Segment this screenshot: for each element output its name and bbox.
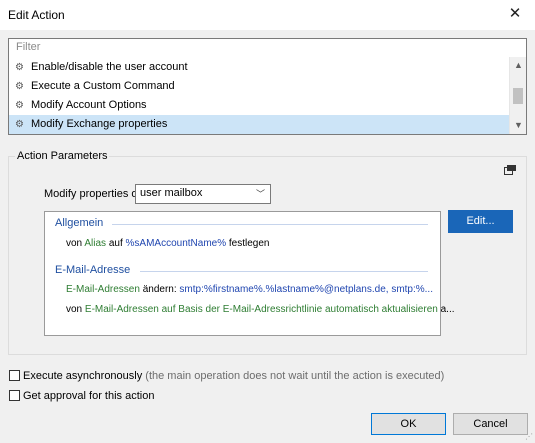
cancel-button[interactable]: Cancel: [453, 413, 528, 435]
async-hint: (the main operation does not wait until …: [145, 370, 445, 382]
gear-icon: ⚙: [15, 81, 24, 92]
target-object-select[interactable]: user mailbox ﹀: [135, 184, 271, 204]
list-item-exchange-properties[interactable]: ⚙ Modify Exchange properties: [9, 115, 509, 134]
list-item-custom-command[interactable]: ⚙ Execute a Custom Command: [9, 77, 509, 96]
dialog-title: Edit Action: [8, 8, 65, 22]
list-item-label: Enable/disable the user account: [31, 61, 188, 73]
divider: [140, 271, 428, 272]
list-item-label: Execute a Custom Command: [31, 80, 175, 92]
resize-grip-icon[interactable]: ⋰: [525, 432, 533, 441]
gear-icon: ⚙: [15, 119, 24, 130]
list-item-label: Modify Exchange properties: [31, 118, 168, 130]
async-checkbox[interactable]: [9, 370, 20, 381]
list-scrollbar[interactable]: ▲ ▼: [509, 57, 526, 134]
summary-line-email-policy: von E-Mail-Adressen auf Basis der E-Mail…: [66, 304, 455, 315]
divider: [112, 224, 428, 225]
chevron-down-icon: ﹀: [255, 189, 265, 199]
scroll-up-icon[interactable]: ▲: [510, 57, 526, 74]
list-item-enable-disable[interactable]: ⚙ Enable/disable the user account: [9, 58, 509, 77]
target-object-value: user mailbox: [140, 187, 203, 199]
properties-summary: Allgemein von Alias auf %sAMAccountName%…: [44, 211, 455, 336]
filter-input[interactable]: Filter: [8, 38, 527, 58]
section-heading-email: E-Mail-Adresse: [55, 264, 131, 276]
group-label: Action Parameters: [15, 150, 110, 162]
window-layout-icon[interactable]: [504, 165, 516, 175]
async-label: Execute asynchronously: [23, 370, 143, 382]
section-heading-allgemein: Allgemein: [55, 217, 104, 229]
summary-line-email-addresses: E-Mail-Adressen ändern: smtp:%firstname%…: [66, 284, 433, 295]
action-list[interactable]: ⚙ Enable/disable the user account ⚙ Execut…: [8, 57, 527, 135]
summary-line-alias: von Alias auf %sAMAccountName% festlegen: [66, 238, 270, 249]
gear-icon: ⚙: [15, 62, 24, 73]
title-bar: Edit Action ✕: [0, 0, 535, 30]
modify-properties-label: Modify properties of: [44, 188, 141, 200]
list-item-account-options[interactable]: ⚙ Modify Account Options: [9, 96, 509, 115]
scroll-thumb[interactable]: [513, 88, 523, 104]
list-item-label: Modify Account Options: [31, 99, 147, 111]
approval-checkbox[interactable]: [9, 390, 20, 401]
ok-button[interactable]: OK: [371, 413, 446, 435]
scroll-down-icon[interactable]: ▼: [510, 117, 526, 134]
edit-button[interactable]: Edit...: [448, 210, 513, 233]
gear-icon: ⚙: [15, 100, 24, 111]
async-option[interactable]: Execute asynchronously (the main operati…: [23, 370, 444, 382]
close-icon[interactable]: ✕: [503, 3, 527, 25]
approval-label[interactable]: Get approval for this action: [23, 390, 154, 402]
